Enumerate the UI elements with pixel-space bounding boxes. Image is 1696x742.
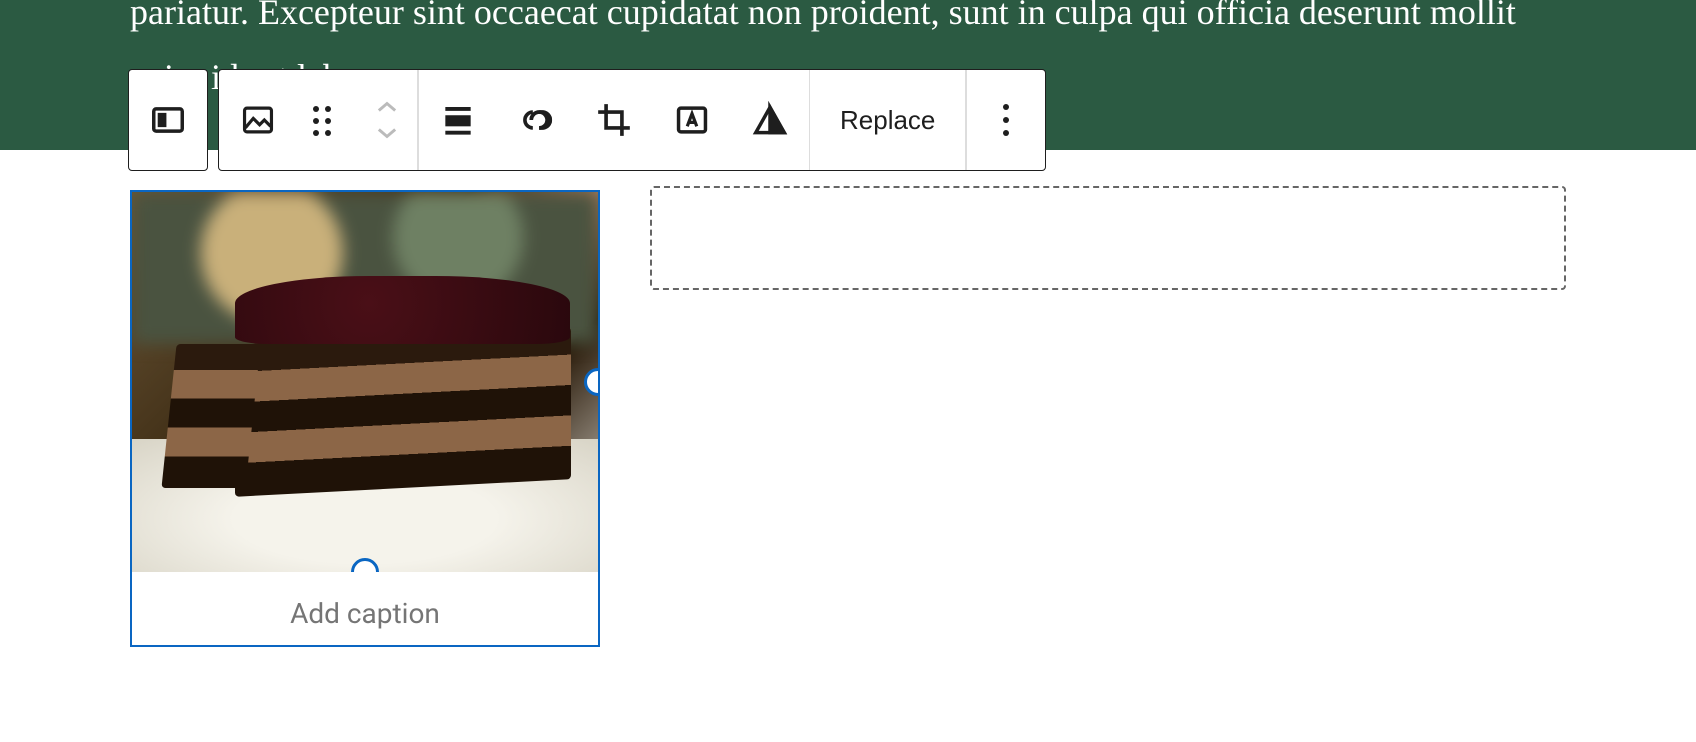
move-controls <box>357 70 417 170</box>
select-parent-columns-button[interactable] <box>129 70 207 170</box>
toolbar-group-parent <box>128 69 208 171</box>
crop-icon <box>595 101 633 139</box>
move-down-button[interactable] <box>357 124 417 142</box>
block-toolbar: Replace <box>128 69 1046 171</box>
editor-canvas <box>0 150 1696 647</box>
block-type-image-button[interactable] <box>219 70 297 170</box>
chevron-up-icon <box>373 98 401 116</box>
replace-button[interactable]: Replace <box>810 70 965 170</box>
text-overlay-button[interactable] <box>653 70 731 170</box>
image-thumbnail[interactable] <box>132 192 598 572</box>
align-icon <box>439 101 477 139</box>
align-button[interactable] <box>419 70 497 170</box>
drag-icon <box>313 106 341 134</box>
duotone-button[interactable] <box>731 70 809 170</box>
kebab-icon <box>1003 104 1009 136</box>
link-button[interactable] <box>497 70 575 170</box>
duotone-icon <box>751 101 789 139</box>
more-options-button[interactable] <box>967 70 1045 170</box>
drag-handle-button[interactable] <box>297 70 357 170</box>
columns-icon <box>149 101 187 139</box>
text-overlay-icon <box>673 101 711 139</box>
crop-button[interactable] <box>575 70 653 170</box>
image-block-selected[interactable] <box>130 190 600 647</box>
move-up-button[interactable] <box>357 98 417 116</box>
chevron-down-icon <box>373 124 401 142</box>
empty-column-placeholder[interactable] <box>650 186 1566 290</box>
link-icon <box>517 101 555 139</box>
toolbar-group-block: Replace <box>218 69 1046 171</box>
resize-handle-right[interactable] <box>584 368 598 396</box>
caption-input[interactable] <box>132 572 598 645</box>
image-icon <box>239 101 277 139</box>
